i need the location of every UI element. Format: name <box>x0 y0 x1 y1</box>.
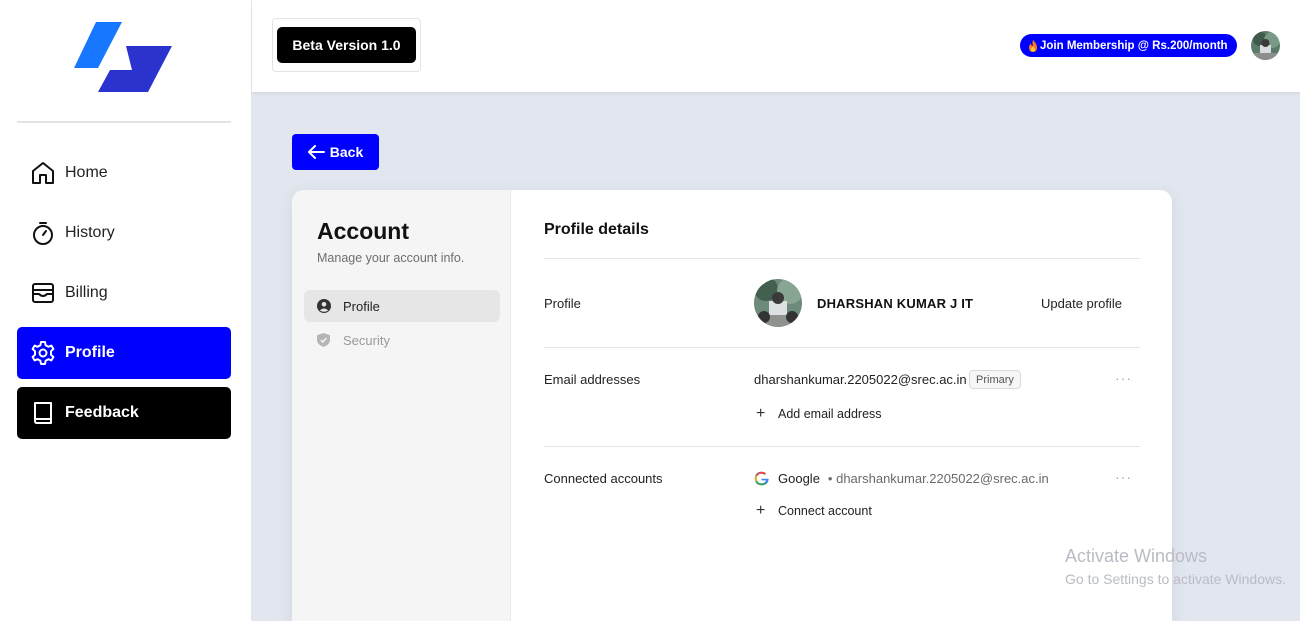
sidebar-item-label: Billing <box>65 284 108 301</box>
divider <box>544 446 1140 447</box>
wallet-icon <box>30 280 56 306</box>
back-button[interactable]: Back <box>292 134 379 170</box>
stopwatch-icon <box>30 220 56 246</box>
profile-row-label: Profile <box>544 296 581 311</box>
connected-more-button[interactable]: ··· <box>1115 469 1132 485</box>
update-profile-button[interactable]: Update profile <box>1041 296 1122 311</box>
primary-badge: Primary <box>969 370 1021 389</box>
email-row-label: Email addresses <box>544 372 641 387</box>
account-title: Account <box>317 218 409 244</box>
tab-profile[interactable]: Profile <box>304 290 500 322</box>
beta-version-button[interactable]: Beta Version 1.0 <box>277 27 416 63</box>
divider <box>544 347 1140 348</box>
membership-label: Join Membership @ Rs.200/month <box>1040 39 1228 52</box>
email-more-button[interactable]: ··· <box>1115 370 1132 386</box>
sidebar-item-profile[interactable]: Profile <box>17 327 231 379</box>
account-card: Account Manage your account info. Profil… <box>292 190 1172 621</box>
home-icon <box>30 160 56 186</box>
connected-row-label: Connected accounts <box>544 471 663 486</box>
app-logo[interactable] <box>74 22 174 92</box>
sidebar-item-history[interactable]: History <box>17 207 231 259</box>
profile-details-title: Profile details <box>544 221 649 238</box>
fire-icon <box>1029 39 1037 52</box>
sidebar-divider <box>17 121 231 123</box>
join-membership-button[interactable]: Join Membership @ Rs.200/month <box>1020 34 1237 57</box>
profile-name: DHARSHAN KUMAR J IT <box>817 296 974 311</box>
tab-label: Profile <box>343 298 380 314</box>
account-nav-panel: Account Manage your account info. Profil… <box>292 190 511 621</box>
sidebar-item-feedback[interactable]: Feedback <box>17 387 231 439</box>
add-email-button[interactable]: + Add email address <box>756 405 882 423</box>
google-connected-account: Google • dharshankumar.2205022@srec.ac.i… <box>754 471 1049 486</box>
user-circle-icon <box>317 299 331 313</box>
profile-avatar <box>754 279 802 327</box>
tab-security[interactable]: Security <box>304 324 500 356</box>
connect-account-label: Connect account <box>778 504 872 518</box>
shield-icon <box>317 333 331 347</box>
add-email-label: Add email address <box>778 407 882 421</box>
sidebar-item-label: Profile <box>65 344 115 361</box>
activation-watermark-text: Go to Settings to activate Windows. <box>1065 571 1286 587</box>
connect-account-button[interactable]: + Connect account <box>756 502 872 520</box>
sidebar-item-billing[interactable]: Billing <box>17 267 231 319</box>
gear-icon <box>30 340 56 366</box>
plus-icon: + <box>756 502 766 519</box>
sidebar-item-label: Home <box>65 164 108 181</box>
user-avatar[interactable] <box>1251 31 1280 60</box>
top-header: Beta Version 1.0 Join Membership @ Rs.20… <box>252 0 1300 92</box>
arrow-left-icon <box>307 145 325 159</box>
plus-icon: + <box>756 405 766 422</box>
back-label: Back <box>329 144 364 160</box>
email-address: dharshankumar.2205022@srec.ac.in <box>754 372 967 387</box>
sidebar: Home History Billing Profile Feedback <box>0 0 252 621</box>
sidebar-item-label: History <box>65 224 115 241</box>
book-icon <box>30 400 56 426</box>
activation-watermark-title: Activate Windows <box>1065 546 1208 566</box>
account-subtitle: Manage your account info. <box>317 251 465 265</box>
provider-email: • dharshankumar.2205022@srec.ac.in <box>827 471 1049 486</box>
provider-name: Google <box>778 471 820 486</box>
sidebar-item-home[interactable]: Home <box>17 147 231 199</box>
google-icon <box>754 471 769 486</box>
divider <box>544 258 1140 259</box>
beta-container: Beta Version 1.0 <box>272 18 421 72</box>
sidebar-item-label: Feedback <box>65 404 139 421</box>
tab-label: Security <box>343 332 390 348</box>
